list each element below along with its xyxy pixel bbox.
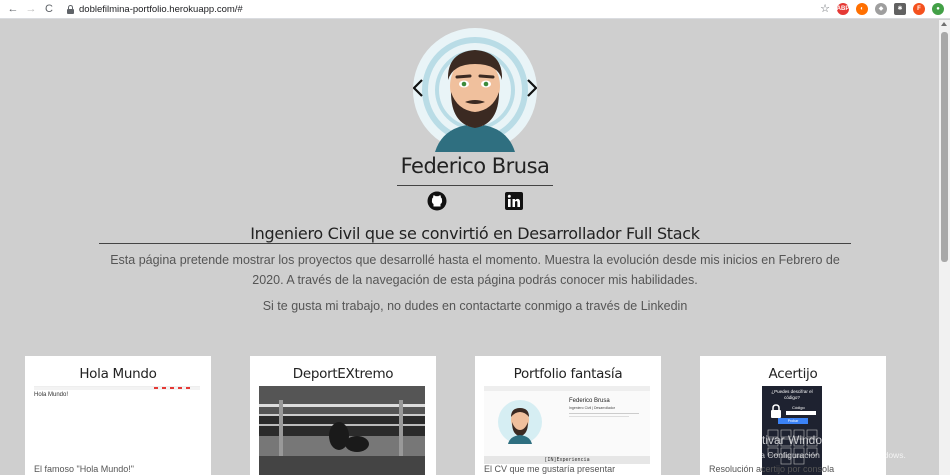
project-description: Resolución acertijo por consola <box>709 464 835 474</box>
extensions-puzzle-icon[interactable]: ✱ <box>894 2 906 15</box>
linkedin-icon[interactable] <box>504 191 524 211</box>
preview-try-button: Probar <box>778 418 808 424</box>
name-divider <box>397 185 553 186</box>
headline-divider <box>99 243 851 244</box>
reload-icon[interactable]: C <box>42 2 56 16</box>
address-bar[interactable]: doblefilmina-portfolio.herokuapp.com/# <box>79 4 243 15</box>
preview-section-header: [IN]Experiencia <box>484 456 650 464</box>
windows-activation-subtitle: Ve a Configuración para activar Windows. <box>748 450 906 460</box>
forward-arrow-icon[interactable]: → <box>24 2 38 16</box>
windows-activation-watermark: Activar Windows <box>748 433 837 447</box>
scroll-up-arrow-icon[interactable] <box>941 22 947 26</box>
project-title: DeportEXtremo <box>292 366 394 382</box>
profile-name: Federico Brusa <box>400 154 550 178</box>
project-card-hola-mundo[interactable]: Hola Mundo Hola Mundo! El famoso "Hola M… <box>25 356 211 475</box>
menu-extension-icon[interactable]: ● <box>932 2 944 15</box>
page-scrollbar[interactable] <box>939 20 950 475</box>
preview-name: Federico Brusa <box>569 398 610 404</box>
project-description: El famoso "Hola Mundo!" <box>34 464 134 474</box>
preview-code-label: Código <box>792 405 805 410</box>
headline: Ingeniero Civil que se convirtió en Desa… <box>250 224 700 243</box>
github-icon[interactable] <box>427 191 447 211</box>
project-preview-image[interactable]: ¿Puedes descifrar el código? Código Prob… <box>762 386 822 475</box>
bookmark-star-icon[interactable]: ☆ <box>820 2 830 15</box>
avatar <box>413 28 537 152</box>
preview-text: Hola Mundo! <box>34 392 69 398</box>
back-arrow-icon[interactable]: ← <box>6 2 20 16</box>
preview-toolbar-dots <box>154 387 190 389</box>
padlock-icon <box>771 404 781 418</box>
project-title: Hola Mundo <box>79 366 157 382</box>
project-preview-image[interactable]: Federico Brusa Ingeniero Civil | Desarro… <box>484 386 650 464</box>
project-title: Portfolio fantasía <box>513 366 623 382</box>
profile-avatar-icon[interactable]: F <box>913 2 925 15</box>
preview-subtitle: Ingeniero Civil | Desarrollador <box>569 406 616 410</box>
project-description: El CV que me gustaría presentar <box>484 464 616 474</box>
intro-text: Esta página pretende mostrar los proyect… <box>110 253 840 287</box>
project-preview-image[interactable] <box>259 386 425 475</box>
shield-extension-icon[interactable]: ◆ <box>875 2 887 15</box>
browser-toolbar: ← → C doblefilmina-portfolio.herokuapp.c… <box>0 0 950 19</box>
project-title: Acertijo <box>768 366 818 382</box>
preview-riddle-text: ¿Puedes descifrar el código? <box>771 389 813 400</box>
project-card-portfolio-fantasia[interactable]: Portfolio fantasía Federico Brusa Ingeni… <box>475 356 661 475</box>
contact-text: Si te gusta mi trabajo, no dudes en cont… <box>262 299 688 313</box>
scroll-thumb[interactable] <box>941 32 948 262</box>
lock-icon[interactable] <box>66 4 74 14</box>
preview-avatar <box>498 400 542 444</box>
ublock-extension-icon[interactable]: ◐ <box>856 2 868 15</box>
adblock-extension-icon[interactable]: ABP <box>837 2 849 15</box>
project-preview-image[interactable]: Hola Mundo! <box>34 386 200 456</box>
project-card-deportextremo[interactable]: DeportEXtremo <box>250 356 436 475</box>
